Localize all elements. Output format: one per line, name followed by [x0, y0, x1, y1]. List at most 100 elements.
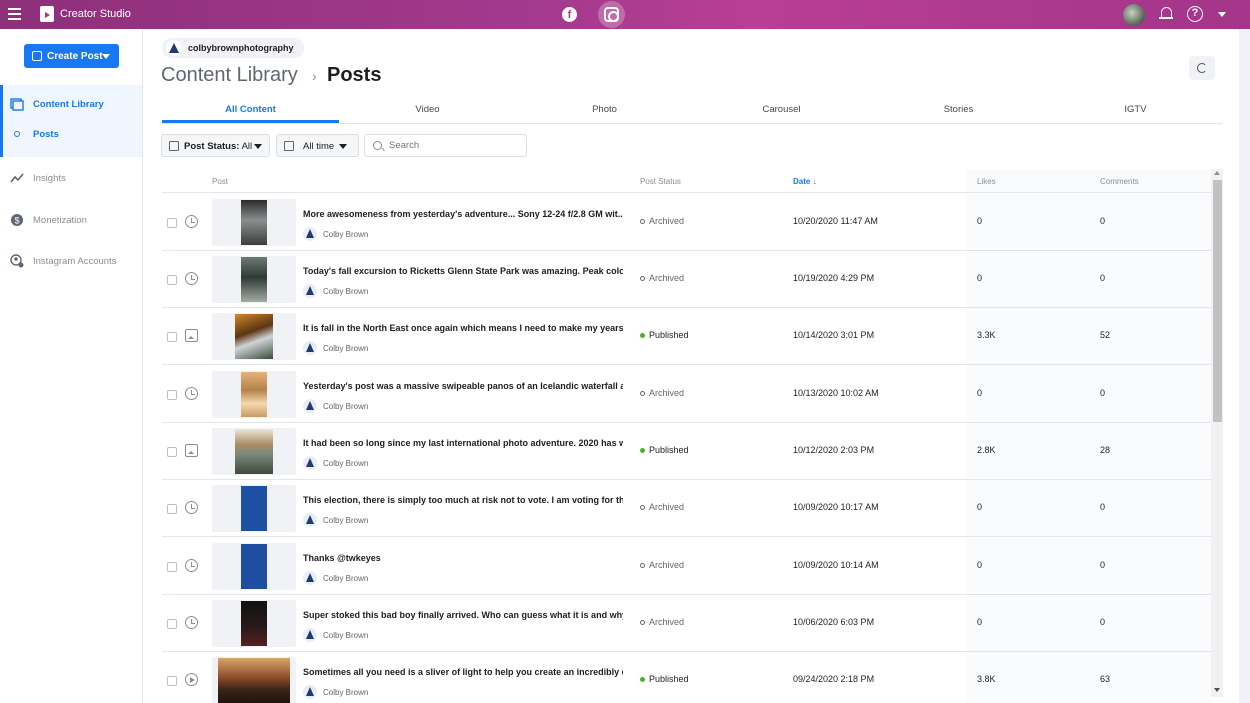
chevron-down-icon — [254, 144, 262, 149]
post-thumbnail[interactable] — [212, 600, 296, 647]
table-row[interactable]: Yesterday's post was a massive swipeable… — [162, 366, 1211, 423]
row-checkbox[interactable] — [167, 447, 177, 457]
library-icon — [10, 98, 24, 111]
account-switcher[interactable]: colbybrownphotography — [162, 38, 304, 58]
sidebar: Create Post Content Library Posts Insigh… — [0, 29, 143, 703]
scroll-down-icon[interactable] — [1214, 688, 1220, 692]
post-thumbnail[interactable] — [212, 199, 296, 246]
chevron-down-icon[interactable] — [102, 54, 110, 59]
scrollbar-thumb[interactable] — [1213, 180, 1222, 422]
row-checkbox[interactable] — [167, 676, 177, 686]
tab-photo[interactable]: Photo — [516, 98, 693, 123]
search-input[interactable] — [389, 138, 519, 153]
top-bar: Creator Studio f ? — [0, 0, 1250, 29]
post-author: Colby Brown — [323, 688, 369, 697]
table-row[interactable]: Super stoked this bad boy finally arrive… — [162, 595, 1211, 652]
post-comments: 0 — [1100, 216, 1106, 226]
post-status-filter[interactable]: Post Status: All — [161, 134, 270, 157]
refresh-button[interactable] — [1189, 56, 1215, 80]
search-field[interactable] — [364, 134, 527, 157]
row-checkbox[interactable] — [167, 619, 177, 629]
post-caption[interactable]: Yesterday's post was a massive swipeable… — [303, 381, 623, 391]
post-likes: 0 — [977, 388, 983, 398]
post-caption[interactable]: It is fall in the North East once again … — [303, 323, 623, 333]
post-thumbnail[interactable] — [212, 371, 296, 418]
tab-igtv[interactable]: IGTV — [1047, 98, 1224, 123]
app-title: Creator Studio — [60, 8, 131, 20]
facebook-icon[interactable]: f — [562, 7, 577, 22]
breadcrumb-root[interactable]: Content Library — [161, 64, 298, 87]
post-caption[interactable]: Today's fall excursion to Ricketts Glenn… — [303, 266, 623, 276]
row-checkbox[interactable] — [167, 390, 177, 400]
row-checkbox[interactable] — [167, 504, 177, 514]
post-caption[interactable]: Super stoked this bad boy finally arrive… — [303, 610, 623, 620]
post-likes: 0 — [977, 560, 983, 570]
help-icon[interactable]: ? — [1187, 6, 1203, 22]
table-row[interactable]: It is fall in the North East once again … — [162, 308, 1211, 365]
account-name: colbybrownphotography — [188, 43, 294, 53]
page-title: Posts — [327, 64, 382, 86]
account-avatar — [166, 40, 182, 56]
post-date: 10/12/2020 2:03 PM — [793, 445, 875, 455]
row-checkbox[interactable] — [167, 218, 177, 228]
create-post-label: Create Post — [47, 51, 103, 62]
menu-icon[interactable] — [8, 8, 21, 20]
time-value: All time — [303, 141, 335, 152]
post-likes: 2.8K — [977, 445, 996, 455]
clock-icon — [185, 501, 198, 514]
table-row[interactable]: Sometimes all you need is a sliver of li… — [162, 652, 1211, 703]
scroll-up-icon[interactable] — [1214, 171, 1220, 175]
clock-icon — [185, 559, 198, 572]
post-caption[interactable]: This election, there is simply too much … — [303, 495, 623, 505]
header-date[interactable]: Date ↓ — [793, 177, 817, 186]
header-likes[interactable]: Likes — [977, 177, 996, 186]
post-thumbnail[interactable] — [212, 313, 296, 360]
post-thumbnail[interactable] — [212, 543, 296, 590]
header-comments[interactable]: Comments — [1100, 177, 1139, 186]
row-checkbox[interactable] — [167, 332, 177, 342]
post-comments: 28 — [1100, 445, 1111, 455]
post-thumbnail[interactable] — [212, 485, 296, 532]
content-tabs: All Content Video Photo Carousel Stories… — [162, 98, 1223, 124]
monetization-icon: $ — [11, 214, 23, 226]
bell-icon[interactable] — [1159, 7, 1173, 21]
table-row[interactable]: Today's fall excursion to Ricketts Glenn… — [162, 251, 1211, 308]
post-author: Colby Brown — [323, 631, 369, 640]
table-row[interactable]: It had been so long since my last intern… — [162, 423, 1211, 480]
clock-icon — [185, 272, 198, 285]
post-caption[interactable]: It had been so long since my last intern… — [303, 438, 623, 448]
table-row[interactable]: More awesomeness from yesterday's advent… — [162, 194, 1211, 251]
post-caption[interactable]: Thanks @twkeyes — [303, 553, 623, 563]
time-filter[interactable]: All time — [276, 134, 359, 157]
calendar-icon — [284, 141, 294, 151]
post-thumbnail[interactable] — [212, 428, 296, 475]
album-icon — [185, 329, 198, 342]
chevron-down-icon[interactable] — [1218, 12, 1226, 17]
table-row[interactable]: This election, there is simply too much … — [162, 480, 1211, 537]
post-thumbnail[interactable] — [212, 256, 296, 303]
post-caption[interactable]: Sometimes all you need is a sliver of li… — [303, 667, 623, 677]
author-avatar — [303, 571, 317, 585]
post-comments: 0 — [1100, 502, 1106, 512]
post-comments: 52 — [1100, 330, 1111, 340]
tab-stories[interactable]: Stories — [870, 98, 1047, 123]
tab-carousel[interactable]: Carousel — [693, 98, 870, 123]
author-avatar — [303, 628, 317, 642]
row-checkbox[interactable] — [167, 275, 177, 285]
post-caption[interactable]: More awesomeness from yesterday's advent… — [303, 209, 623, 219]
tab-all-content[interactable]: All Content — [162, 98, 339, 123]
post-date: 10/09/2020 10:14 AM — [793, 560, 879, 570]
tab-video[interactable]: Video — [339, 98, 516, 123]
post-comments: 63 — [1100, 674, 1111, 684]
post-likes: 0 — [977, 617, 983, 627]
avatar[interactable] — [1123, 4, 1145, 26]
post-date: 10/13/2020 10:02 AM — [793, 388, 879, 398]
row-checkbox[interactable] — [167, 562, 177, 572]
insights-icon — [10, 173, 24, 183]
table-row[interactable]: Thanks @twkeyes Colby Brown Archived 10/… — [162, 538, 1211, 595]
post-thumbnail[interactable] — [212, 657, 296, 703]
post-status-label: Post Status: — [184, 141, 240, 152]
post-status-value: All — [241, 141, 253, 152]
instagram-icon[interactable] — [598, 1, 625, 28]
create-post-button[interactable]: Create Post — [24, 44, 119, 68]
